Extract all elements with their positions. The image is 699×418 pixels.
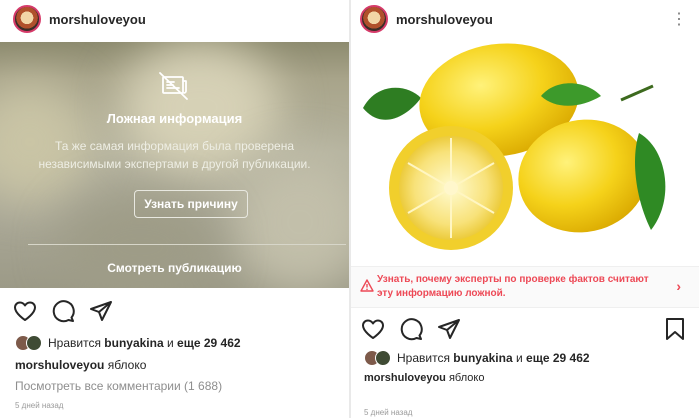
- caption-username[interactable]: morshuloveyou: [364, 372, 446, 384]
- avatar[interactable]: [13, 5, 41, 33]
- likes-row[interactable]: Нравится bunyakina и еще 29 462: [15, 335, 241, 351]
- left-post: morshuloveyou Ложная информация Та же са…: [0, 0, 349, 418]
- likes-count[interactable]: еще 29 462: [177, 336, 241, 350]
- liker-username[interactable]: bunyakina: [104, 336, 163, 350]
- divider: [28, 244, 346, 245]
- lemon-photo: [351, 38, 699, 266]
- fact-check-text[interactable]: Узнать, почему эксперты по проверке факт…: [377, 273, 667, 301]
- post-username[interactable]: morshuloveyou: [49, 12, 146, 27]
- likes-prefix: Нравится: [397, 351, 450, 365]
- false-info-icon: [159, 72, 188, 100]
- alert-icon: [360, 279, 374, 292]
- likes-count[interactable]: еще 29 462: [526, 351, 590, 365]
- stem: [620, 84, 654, 102]
- heart-icon[interactable]: [361, 317, 385, 341]
- warning-title: Ложная информация: [106, 111, 243, 126]
- liker-avatar: [26, 335, 42, 351]
- avatar[interactable]: [360, 5, 388, 33]
- likes-prefix: Нравится: [48, 336, 101, 350]
- action-bar: [13, 299, 127, 323]
- liker-avatar: [375, 350, 391, 366]
- caption: morshuloveyou яблоко: [364, 372, 484, 384]
- share-icon[interactable]: [89, 299, 113, 323]
- post-date: 5 дней назад: [364, 408, 413, 417]
- post-header: morshuloveyou: [0, 0, 349, 38]
- right-post: morshuloveyou ⋮ Узнать, почему эксперты …: [351, 0, 699, 418]
- fact-check-banner[interactable]: Узнать, почему эксперты по проверке факт…: [351, 266, 699, 308]
- leaf: [635, 133, 666, 230]
- likes-text: Нравится bunyakina и еще 29 462: [397, 351, 590, 365]
- view-comments-link[interactable]: Посмотреть все комментарии (1 688): [15, 379, 222, 393]
- caption-username[interactable]: morshuloveyou: [15, 358, 104, 372]
- chevron-right-icon[interactable]: ›: [676, 278, 681, 294]
- see-post-button[interactable]: Смотреть публикацию: [0, 261, 349, 275]
- likes-row[interactable]: Нравится bunyakina и еще 29 462: [364, 350, 590, 366]
- bookmark-icon[interactable]: [664, 317, 686, 341]
- post-date: 5 дней назад: [15, 401, 64, 410]
- caption-text: яблоко: [448, 372, 485, 384]
- heart-icon[interactable]: [13, 299, 37, 323]
- post-username[interactable]: morshuloveyou: [396, 12, 493, 27]
- likes-and: и: [516, 351, 523, 365]
- more-icon[interactable]: ⋮: [671, 9, 687, 29]
- lemon-slice-core: [444, 181, 458, 195]
- see-reason-button[interactable]: Узнать причину: [134, 190, 248, 218]
- caption-text: яблоко: [107, 358, 147, 372]
- action-bar: [361, 317, 475, 341]
- comment-icon[interactable]: [399, 317, 423, 341]
- liker-username[interactable]: bunyakina: [453, 351, 512, 365]
- warning-description: Та же самая информация была проверена не…: [38, 139, 311, 171]
- comment-icon[interactable]: [51, 299, 75, 323]
- likes-and: и: [167, 336, 174, 350]
- caption: morshuloveyou яблоко: [15, 358, 146, 372]
- likes-text: Нравится bunyakina и еще 29 462: [48, 336, 241, 350]
- post-header: morshuloveyou ⋮: [351, 0, 699, 38]
- share-icon[interactable]: [437, 317, 461, 341]
- leaf: [363, 87, 421, 120]
